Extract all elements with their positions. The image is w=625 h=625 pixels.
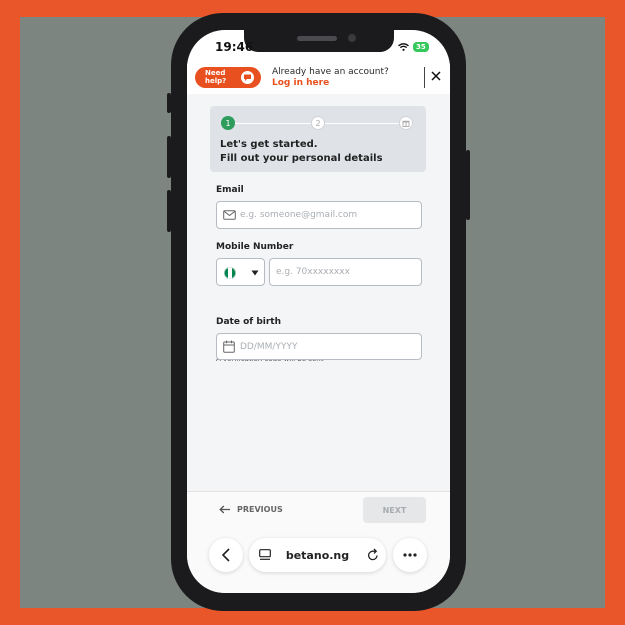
status-time: 19:46 <box>215 40 254 54</box>
form-footer: PREVIOUS NEXT betano.ng <box>187 491 450 593</box>
dob-label: Date of birth <box>216 317 281 327</box>
browser-back-button[interactable] <box>209 538 243 572</box>
previous-button[interactable]: PREVIOUS <box>219 505 283 514</box>
need-help-button[interactable]: Need help? <box>195 67 261 88</box>
email-field[interactable]: e.g. someone@gmail.com <box>216 201 422 229</box>
dob-placeholder: DD/MM/YYYY <box>240 342 298 352</box>
account-prompt-text: Already have an account? <box>272 67 389 77</box>
login-link[interactable]: Log in here <box>272 78 329 88</box>
more-icon <box>403 553 417 557</box>
country-code-select[interactable] <box>216 258 265 286</box>
chat-icon <box>241 71 254 84</box>
mail-icon <box>223 210 236 220</box>
stepper-title-line1: Let's get started. <box>220 139 318 150</box>
nigeria-flag-icon <box>224 267 236 279</box>
mobile-placeholder: e.g. 70xxxxxxxx <box>276 267 350 277</box>
mobile-label: Mobile Number <box>216 242 294 252</box>
step-2-indicator: 2 <box>311 116 325 130</box>
close-icon[interactable] <box>430 70 442 82</box>
browser-toolbar: betano.ng <box>209 538 427 572</box>
phone-screen: 19:46 35 Need help? Already have an acco… <box>187 30 450 593</box>
mobile-number-field[interactable]: e.g. 70xxxxxxxx <box>269 258 422 286</box>
header-divider <box>424 67 425 88</box>
phone-volume-down <box>167 190 171 232</box>
reload-icon[interactable] <box>367 548 379 561</box>
stepper-title-line2: Fill out your personal details <box>220 153 383 164</box>
url-text: betano.ng <box>285 548 350 562</box>
previous-label: PREVIOUS <box>237 505 283 514</box>
notch <box>244 30 394 52</box>
calendar-icon <box>223 340 235 353</box>
email-placeholder: e.g. someone@gmail.com <box>240 210 358 220</box>
arrow-left-icon <box>219 505 230 514</box>
date-of-birth-field[interactable]: DD/MM/YYYY <box>216 333 422 360</box>
gift-icon <box>399 116 413 130</box>
back-icon <box>221 548 230 562</box>
need-help-label: Need help? <box>205 69 227 85</box>
browser-more-button[interactable] <box>393 538 427 572</box>
registration-form: 1 2 Let's get started. Fill out your per… <box>187 94 450 491</box>
account-prompt: Already have an account? Log in here <box>272 67 410 89</box>
app-header: Need help? Already have an account? Log … <box>187 63 450 94</box>
status-indicators: 35 <box>398 42 429 52</box>
wifi-icon <box>398 43 409 51</box>
chevron-down-icon <box>251 270 259 276</box>
phone-power-button <box>466 150 470 220</box>
next-button[interactable]: NEXT <box>363 497 426 523</box>
progress-stepper: 1 2 Let's get started. Fill out your per… <box>210 106 426 172</box>
speaker-grill <box>297 36 337 41</box>
stepper-title: Let's get started. Fill out your persona… <box>220 138 383 166</box>
email-label: Email <box>216 185 244 195</box>
front-camera <box>348 34 356 42</box>
battery-badge: 35 <box>413 42 429 52</box>
phone-volume-up <box>167 136 171 178</box>
phone-mute-switch <box>167 93 171 113</box>
step-1-indicator: 1 <box>221 116 235 130</box>
address-bar[interactable]: betano.ng <box>249 538 386 572</box>
tabs-icon <box>259 549 271 560</box>
